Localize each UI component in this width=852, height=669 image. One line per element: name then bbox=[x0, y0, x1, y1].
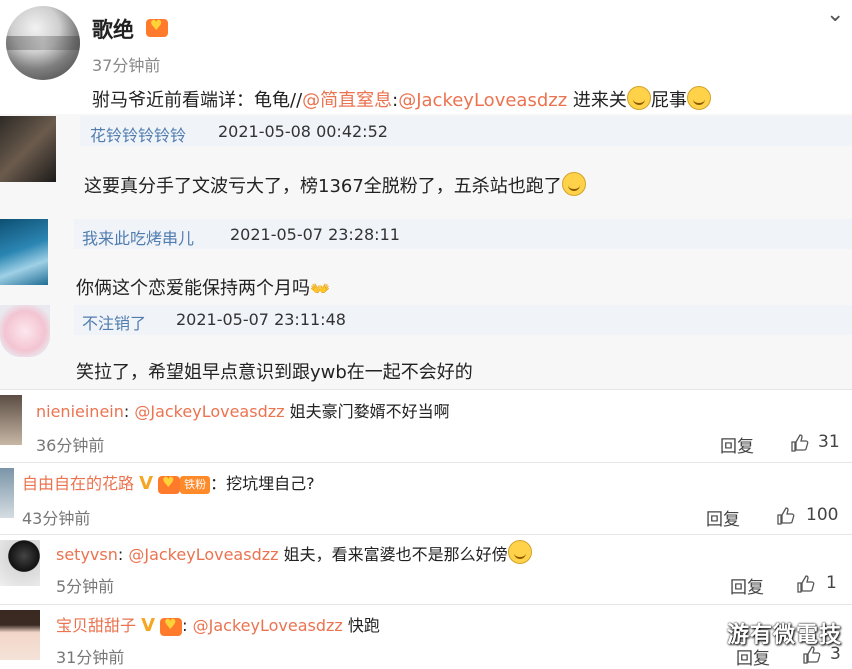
emoji-icon bbox=[561, 172, 586, 196]
comment-avatar[interactable] bbox=[0, 540, 40, 586]
repost-avatar[interactable] bbox=[0, 116, 56, 182]
thumb-up-icon[interactable] bbox=[776, 506, 796, 526]
thumb-up-icon[interactable] bbox=[796, 574, 816, 594]
v-icon: V bbox=[139, 473, 154, 494]
post-text-post2: 屁事 bbox=[650, 90, 687, 111]
repost-time: 2021-05-07 23:28:11 bbox=[230, 225, 400, 244]
comment-time: 31分钟前 bbox=[56, 648, 125, 667]
post-text-post: 进来关 bbox=[567, 90, 627, 111]
divider bbox=[0, 534, 852, 535]
mention-link[interactable]: @JackeyLoveasdzz bbox=[128, 545, 278, 564]
repost-time: 2021-05-07 23:11:48 bbox=[176, 310, 346, 329]
comment-user-name[interactable]: setyvsn bbox=[56, 545, 118, 564]
comment-time: 5分钟前 bbox=[56, 577, 115, 596]
post-time: 37分钟前 bbox=[92, 56, 161, 75]
reply-button[interactable]: 回复 bbox=[730, 573, 764, 598]
comment-line: nienieinein: @JackeyLoveasdzz 姐夫豪门婺婿不好当啊 bbox=[36, 398, 450, 422]
fan-heart-icon bbox=[146, 18, 168, 37]
comment-time: 43分钟前 bbox=[22, 509, 91, 528]
repost-user-name[interactable]: 不注销了 bbox=[82, 310, 146, 334]
comment-sep: : bbox=[117, 545, 129, 564]
comment-text: 快跑 bbox=[342, 616, 380, 635]
comment-text: 姐夫，看来富婆也不是那么好傍 bbox=[278, 545, 508, 564]
comment-user-name[interactable]: 自由自在的花路 bbox=[22, 474, 134, 493]
mention-link[interactable]: @简直窒息 bbox=[302, 90, 392, 111]
v-icon: V bbox=[141, 615, 156, 636]
comment-avatar[interactable] bbox=[0, 395, 22, 445]
divider bbox=[0, 604, 852, 605]
divider bbox=[0, 389, 852, 390]
reply-button[interactable]: 回复 bbox=[706, 505, 740, 530]
like-count: 100 bbox=[806, 505, 839, 525]
reply-button[interactable]: 回复 bbox=[720, 432, 754, 457]
comment-text: 挖坑埋自己? bbox=[226, 474, 315, 493]
divider bbox=[0, 462, 852, 463]
repost-time: 2021-05-08 00:42:52 bbox=[218, 122, 388, 141]
emoji-icon bbox=[686, 86, 711, 110]
post-author-name[interactable]: 歌绝 bbox=[92, 14, 134, 44]
repost-text: 你俩这个恋爱能保持两个月吗👐 bbox=[76, 274, 330, 300]
watermark: 游有微電技 bbox=[726, 623, 842, 648]
post-author-avatar[interactable] bbox=[6, 6, 80, 80]
repost-text-body: 你俩这个恋爱能保持两个月吗 bbox=[76, 278, 310, 299]
repost-user-name[interactable]: 我来此吃烤串儿 bbox=[82, 225, 194, 249]
repost-avatar[interactable] bbox=[0, 305, 50, 357]
repost-text-body: 这要真分手了文波亏大了，榜1367全脱粉了，五杀站也跑了 bbox=[84, 176, 562, 197]
post-content: 驸马爷近前看端详：龟龟//@简直窒息:@JackeyLoveasdzz 进来关屁… bbox=[92, 86, 711, 112]
fan-heart-icon bbox=[158, 475, 181, 494]
comment-sep: : bbox=[182, 616, 193, 635]
comment-sep: ： bbox=[210, 474, 227, 493]
fan-badge: 铁粉 bbox=[180, 475, 211, 494]
comment-time: 36分钟前 bbox=[36, 436, 105, 455]
comment-avatar[interactable] bbox=[0, 468, 14, 518]
comment-sep: : bbox=[123, 402, 135, 421]
comment-line: setyvsn: @JackeyLoveasdzz 姐夫，看来富婆也不是那么好傍 bbox=[56, 540, 532, 565]
post-text-pre: 驸马爷近前看端详：龟龟// bbox=[92, 90, 303, 111]
like-count: 31 bbox=[818, 432, 840, 452]
repost-avatar[interactable] bbox=[0, 219, 48, 285]
repost-header bbox=[80, 116, 852, 146]
fan-heart-icon bbox=[160, 617, 183, 636]
emoji-icon bbox=[507, 540, 532, 564]
hand-icon: 👐 bbox=[310, 279, 330, 298]
repost-text: 笑拉了，希望姐早点意识到跟ywb在一起不会好的 bbox=[76, 362, 473, 383]
comment-avatar[interactable] bbox=[0, 610, 40, 660]
emoji-icon bbox=[626, 86, 651, 110]
mention-link[interactable]: @JackeyLoveasdzz bbox=[134, 402, 284, 421]
mention-link[interactable]: @JackeyLoveasdzz bbox=[193, 616, 343, 635]
comment-user-name[interactable]: 宝贝甜甜子 bbox=[56, 616, 136, 635]
comment-line: 自由自在的花路 V 铁粉：挖坑埋自己? bbox=[22, 470, 315, 494]
mention-link[interactable]: @JackeyLoveasdzz bbox=[398, 90, 567, 111]
chevron-down-icon[interactable]: ⌄ bbox=[826, 2, 844, 27]
thumb-up-icon[interactable] bbox=[790, 433, 810, 453]
comment-line: 宝贝甜甜子 V : @JackeyLoveasdzz 快跑 bbox=[56, 612, 380, 636]
repost-text: 这要真分手了文波亏大了，榜1367全脱粉了，五杀站也跑了 bbox=[84, 172, 586, 198]
comment-user-name[interactable]: nienieinein bbox=[36, 402, 124, 421]
repost-section bbox=[0, 114, 852, 389]
repost-user-name[interactable]: 花铃铃铃铃铃 bbox=[90, 122, 186, 146]
comment-text: 姐夫豪门婺婿不好当啊 bbox=[284, 402, 450, 421]
like-count: 1 bbox=[826, 573, 837, 593]
